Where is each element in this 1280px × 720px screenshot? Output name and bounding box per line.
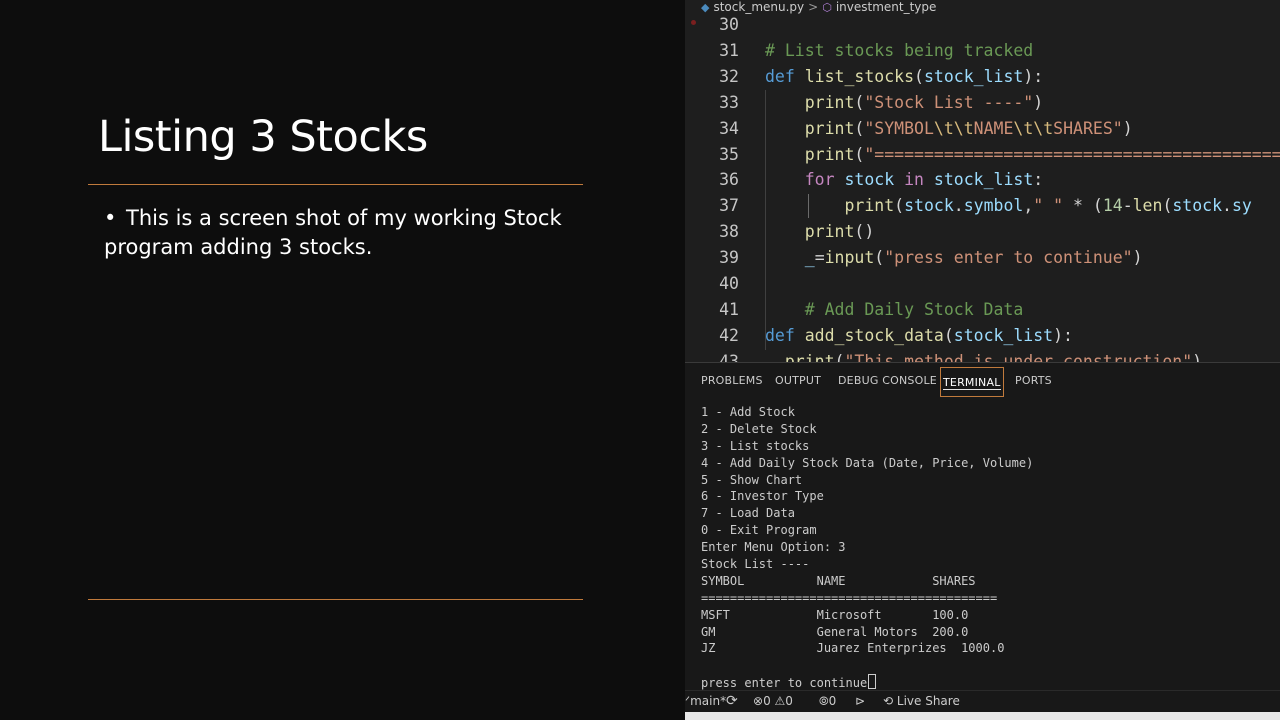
branch-indicator[interactable]: ᐟmain* <box>685 691 726 711</box>
terminal-line: 5 - Show Chart <box>701 472 803 487</box>
line-number: 33 <box>719 92 739 112</box>
tab-terminal-label: TERMINAL <box>943 370 1001 390</box>
tab-problems[interactable]: PROBLEMS <box>701 374 763 387</box>
line-number: 42 <box>719 325 739 345</box>
terminal-line: 0 - Exit Program <box>701 523 817 538</box>
terminal-cursor <box>868 674 877 690</box>
tab-debug-console[interactable]: DEBUG CONSOLE <box>838 374 937 387</box>
line-number: 30 <box>719 15 739 34</box>
terminal-line: 1 - Add Stock <box>701 405 795 419</box>
warning-count: 0 <box>785 694 793 708</box>
presentation-slide: Listing 3 Stocks • This is a screen shot … <box>0 0 685 720</box>
terminal-line: JZ Juarez Enterprizes 1000.0 <box>701 641 1005 656</box>
code-line[interactable]: 39 _=input("press enter to continue") <box>685 245 1280 271</box>
bullet-icon: • <box>104 206 117 230</box>
terminal-line: 7 - Load Data <box>701 506 795 521</box>
code-text[interactable]: print("=================================… <box>765 142 1280 168</box>
sync-icon[interactable]: ⟳ <box>726 691 738 711</box>
code-line[interactable]: 38 print() <box>685 219 1280 245</box>
line-number: 38 <box>719 222 739 242</box>
live-share-button[interactable]: ⟲ Live Share <box>883 691 960 711</box>
bullet-text: This is a screen shot of my working Stoc… <box>104 206 562 259</box>
footer-divider <box>88 599 583 600</box>
panel-tabs: PROBLEMS OUTPUT DEBUG CONSOLE TERMINAL P… <box>685 363 1280 397</box>
code-text[interactable]: print("Stock List ----") <box>765 90 1043 116</box>
terminal-line: 2 - Delete Stock <box>701 421 817 436</box>
tab-ports[interactable]: PORTS <box>1015 374 1052 387</box>
indent-guide <box>808 194 809 218</box>
code-text[interactable]: print("This method is under construction… <box>765 349 1202 362</box>
code-line[interactable]: 33 print("Stock List ----") <box>685 90 1280 116</box>
error-count: 0 <box>763 694 771 708</box>
code-text[interactable]: def add_stock_data(stock_list): <box>765 323 1073 349</box>
line-number: 31 <box>719 40 739 60</box>
taskbar-edge <box>685 712 1280 720</box>
line-number: 35 <box>719 144 739 164</box>
bottom-panel: PROBLEMS OUTPUT DEBUG CONSOLE TERMINAL P… <box>685 362 1280 691</box>
terminal-line: 4 - Add Daily Stock Data (Date, Price, V… <box>701 455 1034 470</box>
code-line[interactable]: 36 for stock in stock_list: <box>685 167 1280 193</box>
terminal-line: 6 - Investor Type <box>701 489 824 504</box>
ports-count: 0 <box>828 694 837 708</box>
live-share-label: Live Share <box>896 694 960 708</box>
terminal-line: MSFT Microsoft 100.0 <box>701 607 969 622</box>
line-number: 39 <box>719 248 739 268</box>
slide-bullet: • This is a screen shot of my working Sto… <box>104 204 574 262</box>
terminal-line: GM General Motors 200.0 <box>701 624 969 639</box>
code-text[interactable]: print(stock.symbol," " * (14-len(stock.s… <box>765 193 1251 219</box>
live-share-icon: ⟲ <box>883 694 894 708</box>
terminal-line: 3 - List stocks <box>701 438 810 453</box>
indent-guide <box>765 90 766 350</box>
terminal-line: ========================================… <box>701 590 998 605</box>
title-divider <box>88 184 583 185</box>
line-number: 40 <box>719 274 739 293</box>
code-line[interactable]: 35 print("==============================… <box>685 142 1280 168</box>
code-line[interactable]: 30 <box>685 12 1280 38</box>
terminal-line: Stock List ---- <box>701 557 810 572</box>
terminal-output[interactable]: 1 - Add Stock 2 - Delete Stock 3 - List st… <box>701 404 1271 692</box>
slide-title: Listing 3 Stocks <box>98 112 428 162</box>
tab-output[interactable]: OUTPUT <box>775 374 821 387</box>
code-line[interactable]: 43 print("This method is under construct… <box>685 349 1280 362</box>
code-line[interactable]: 37 print(stock.symbol," " * (14-len(stoc… <box>685 193 1280 219</box>
code-text[interactable]: print() <box>765 219 875 245</box>
warning-icon: ⚠ <box>774 694 786 708</box>
code-editor[interactable]: ◆ stock_menu.py > ⬡ investment_type 30 31 # Li… <box>685 0 1280 362</box>
line-number: 43 <box>719 351 739 362</box>
antenna-icon: ⦾ <box>819 694 829 708</box>
terminal-line: SYMBOL NAME SHARES <box>701 573 976 588</box>
prompt-text: press enter to continue <box>701 676 868 691</box>
code-text[interactable]: for stock in stock_list: <box>765 167 1043 193</box>
code-line[interactable]: 42 def add_stock_data(stock_list): <box>685 323 1280 349</box>
code-text[interactable]: def list_stocks(stock_list): <box>765 64 1043 90</box>
tab-terminal[interactable]: TERMINAL <box>940 367 1004 397</box>
line-number: 36 <box>719 170 739 190</box>
error-icon: ⊗ <box>753 694 764 708</box>
code-text[interactable]: _=input("press enter to continue") <box>765 245 1143 271</box>
code-line[interactable]: 31 # List stocks being tracked <box>685 38 1280 64</box>
status-bar: ᐟmain* ⟳ ⊗0 ⚠0 ⦾0 ⊳ ⟲ Live Share <box>685 690 1280 713</box>
branch-name: main* <box>690 694 727 708</box>
line-number: 34 <box>719 118 739 138</box>
problems-indicator[interactable]: ⊗0 ⚠0 <box>753 691 793 711</box>
line-number: 32 <box>719 66 739 86</box>
code-text[interactable]: # Add Daily Stock Data <box>765 297 1024 323</box>
terminal-line: Enter Menu Option: 3 <box>701 540 846 555</box>
debug-icon[interactable]: ⊳ <box>855 691 865 711</box>
line-number: 41 <box>719 299 739 319</box>
code-line[interactable]: 40 <box>685 271 1280 297</box>
ports-indicator[interactable]: ⦾0 <box>819 691 836 711</box>
code-text[interactable]: print("SYMBOL\t\tNAME\t\tSHARES") <box>765 116 1133 142</box>
code-line[interactable]: 34 print("SYMBOL\t\tNAME\t\tSHARES") <box>685 116 1280 142</box>
line-number: 37 <box>719 196 739 216</box>
code-text[interactable]: # List stocks being tracked <box>765 38 1033 64</box>
code-line[interactable]: 41 # Add Daily Stock Data <box>685 297 1280 323</box>
code-line[interactable]: 32 def list_stocks(stock_list): <box>685 64 1280 90</box>
